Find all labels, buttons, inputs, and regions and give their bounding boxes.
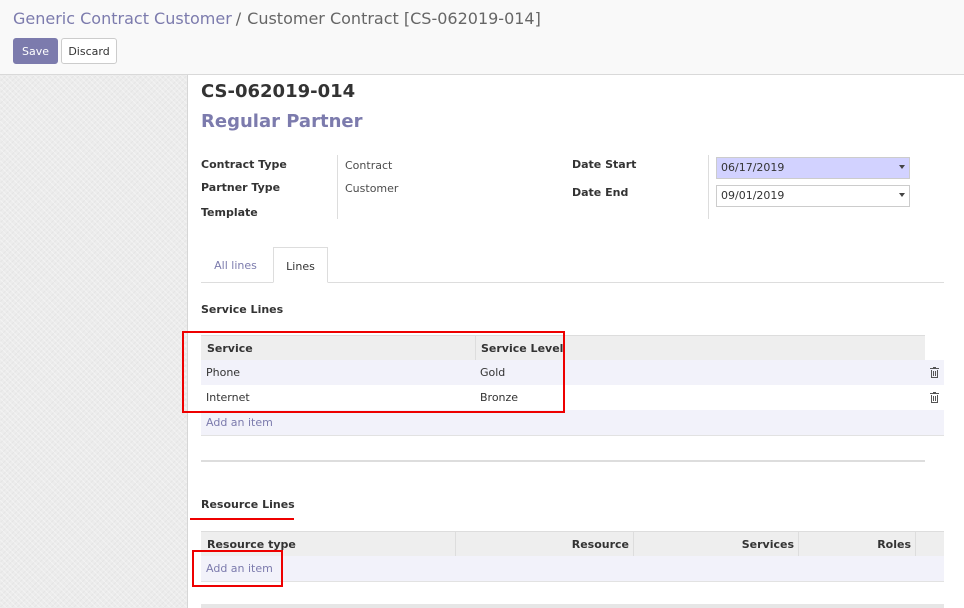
breadcrumb-separator: /: [235, 9, 242, 28]
tab-lines[interactable]: Lines: [273, 247, 328, 283]
annotation-underline-resource-lines: [190, 518, 294, 520]
column-header-resource[interactable]: Resource: [455, 538, 629, 551]
date-end-value: 09/01/2019: [721, 189, 785, 202]
save-button[interactable]: Save: [13, 38, 58, 64]
trash-icon[interactable]: [930, 367, 939, 378]
field-divider: [708, 155, 709, 219]
date-start-label: Date Start: [572, 158, 637, 171]
add-service-line-link[interactable]: Add an item: [206, 416, 273, 429]
date-end-input[interactable]: 09/01/2019: [716, 185, 910, 207]
form-background: [0, 75, 187, 608]
partner-type-label: Partner Type: [201, 181, 281, 194]
chevron-down-icon: [899, 165, 905, 169]
template-label: Template: [201, 206, 258, 219]
annotation-box-add-item: [192, 550, 283, 587]
form-sheet: CS-062019-014 Regular Partner Contract T…: [182, 75, 964, 608]
breadcrumb: Generic Contract Customer / Customer Contr…: [13, 9, 541, 28]
chevron-down-icon: [899, 193, 905, 197]
column-header-roles[interactable]: Roles: [798, 538, 911, 551]
discard-button[interactable]: Discard: [61, 38, 117, 64]
control-panel: Generic Contract Customer / Customer Contr…: [0, 0, 964, 75]
resource-lines-header: Resource type Resource Services Roles: [201, 531, 944, 557]
add-item-row: Add an item: [201, 410, 944, 436]
annotation-box-service-lines: [182, 331, 565, 413]
partner-type-value[interactable]: Customer: [345, 182, 398, 195]
resource-lines-title: Resource Lines: [201, 498, 295, 511]
contract-type-value[interactable]: Contract: [345, 159, 392, 172]
resource-lines-footer: [201, 604, 944, 608]
field-divider: [337, 155, 338, 219]
tab-all-lines[interactable]: All lines: [203, 247, 268, 283]
partner-name[interactable]: Regular Partner: [201, 111, 362, 132]
contract-type-label: Contract Type: [201, 158, 287, 171]
breadcrumb-current: Customer Contract [CS-062019-014]: [247, 9, 541, 28]
service-lines-title: Service Lines: [201, 303, 284, 316]
service-lines-footer: [201, 436, 925, 462]
breadcrumb-parent-link[interactable]: Generic Contract Customer: [13, 9, 232, 28]
date-end-label: Date End: [572, 186, 629, 199]
record-name: CS-062019-014: [201, 81, 356, 102]
trash-icon[interactable]: [930, 392, 939, 403]
date-start-input[interactable]: 06/17/2019: [716, 157, 910, 179]
date-start-value: 06/17/2019: [721, 161, 785, 174]
column-header-services[interactable]: Services: [633, 538, 794, 551]
add-item-row: Add an item: [201, 556, 944, 582]
column-separator: [915, 532, 916, 556]
